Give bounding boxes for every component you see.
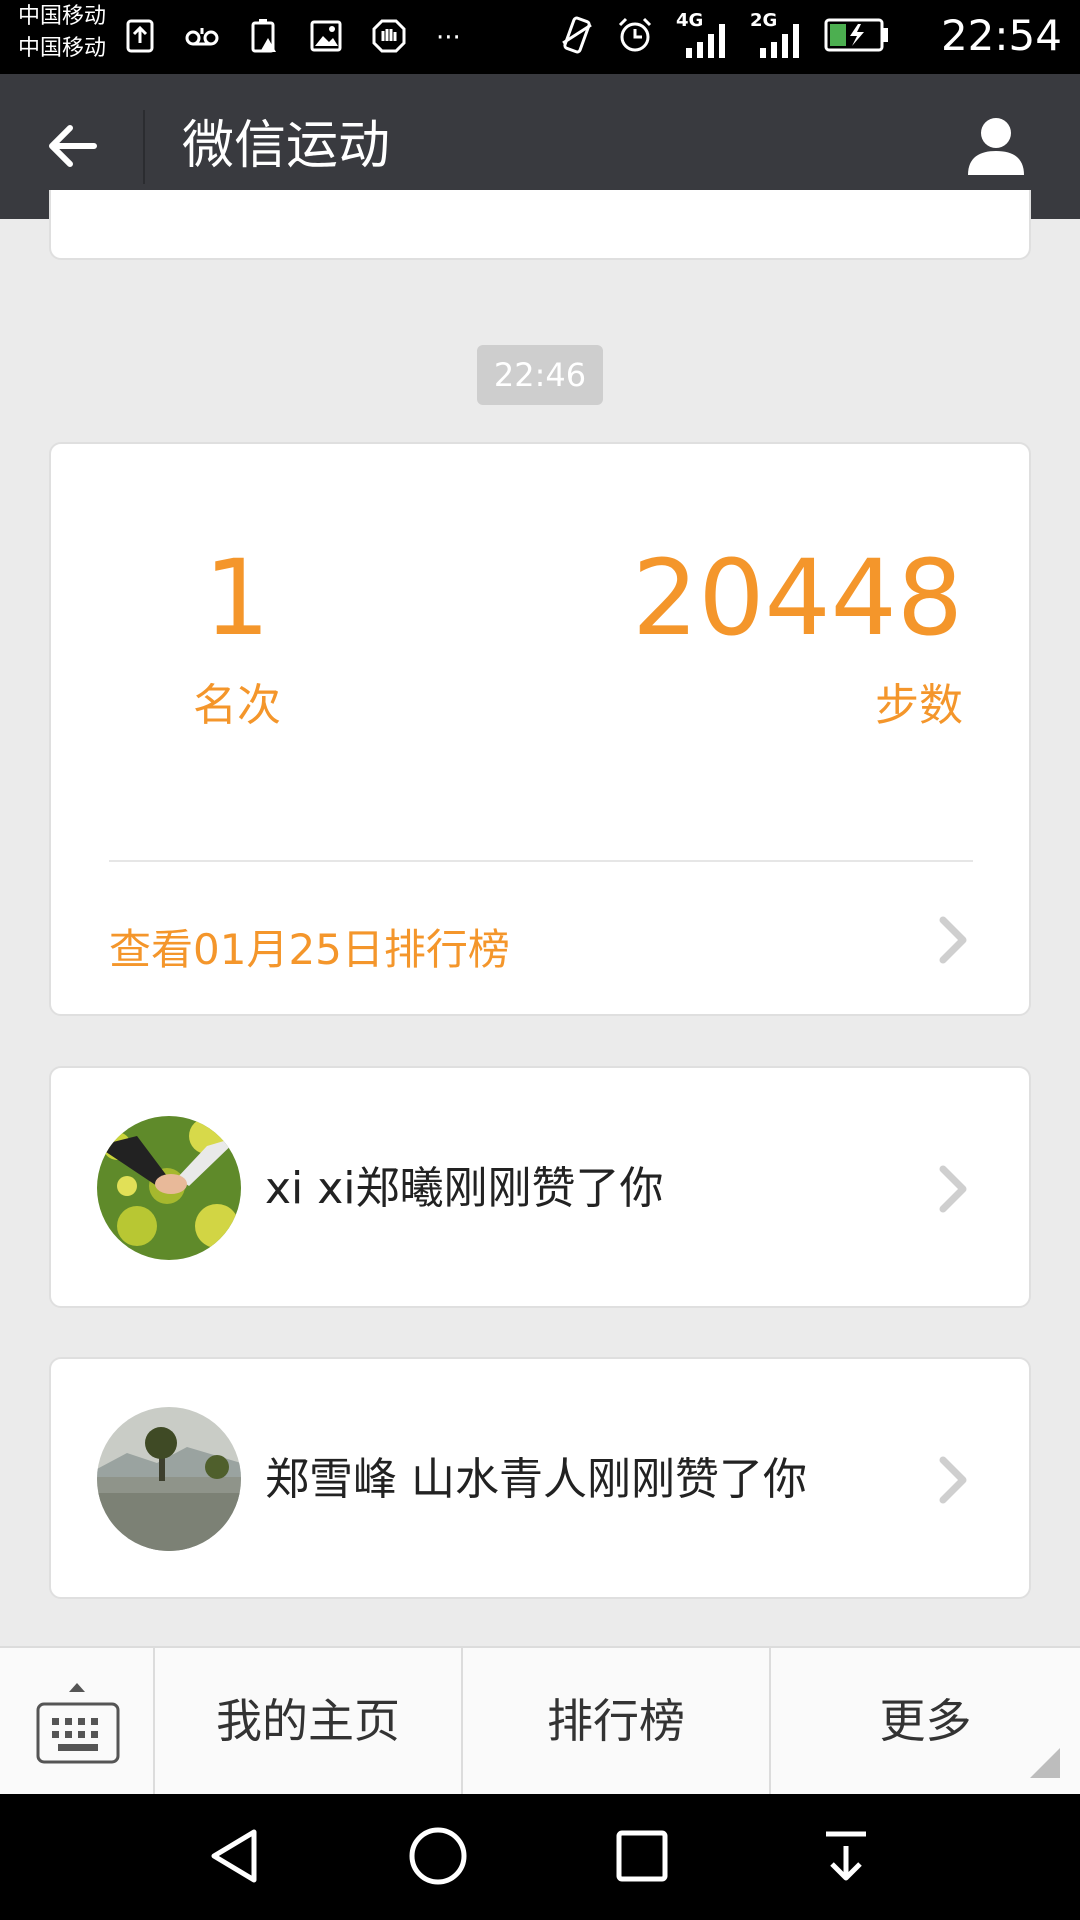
page-title: 微信运动 xyxy=(182,116,391,176)
leaderboard-link-row[interactable]: 查看01月25日排行榜 xyxy=(51,862,1029,1014)
pull-down-icon xyxy=(822,1828,870,1888)
title-divider xyxy=(143,110,145,184)
previous-card xyxy=(49,190,1031,260)
caret-up-icon xyxy=(68,1678,86,1697)
carrier-1: 中国移动 xyxy=(18,4,107,29)
avatar xyxy=(97,1407,241,1551)
status-icons: 4G 2G xyxy=(560,10,890,60)
carrier-2: 中国移动 xyxy=(18,36,107,61)
more-notifications-icon: ··· xyxy=(436,23,461,53)
bottom-menu: 我的主页 排行榜 更多 xyxy=(0,1646,1080,1794)
status-bar: 中国移动 中国移动 ··· 4G 2G 22:54 xyxy=(0,0,1080,74)
keyboard-toggle-button[interactable] xyxy=(0,1648,155,1794)
shield-hand-icon xyxy=(372,19,406,57)
like-text: xi xi郑曦刚刚赞了你 xyxy=(265,1163,664,1214)
nav-notification-button[interactable] xyxy=(810,1822,882,1894)
keyboard-icon xyxy=(36,1702,120,1768)
status-time: 22:54 xyxy=(940,11,1062,60)
notification-icons: ··· xyxy=(126,18,461,58)
rank-label: 名次 xyxy=(193,680,281,731)
back-triangle-icon xyxy=(206,1826,262,1890)
like-notification-card[interactable]: 郑雪峰 山水青人刚刚赞了你 xyxy=(49,1357,1031,1599)
voicemail-icon xyxy=(184,24,220,52)
back-button[interactable] xyxy=(36,112,108,184)
profile-button[interactable] xyxy=(958,110,1034,186)
chevron-right-icon xyxy=(937,1163,969,1215)
menu-item-leaderboard[interactable]: 排行榜 xyxy=(463,1648,771,1794)
rank-value: 1 xyxy=(203,537,271,659)
signal-4g-icon: 4G xyxy=(676,10,728,60)
upload-icon xyxy=(126,19,154,57)
chevron-right-icon xyxy=(937,914,969,966)
steps-label: 步数 xyxy=(875,680,963,731)
nav-recents-button[interactable] xyxy=(606,1822,678,1894)
avatar xyxy=(97,1116,241,1260)
recents-square-icon xyxy=(615,1829,669,1887)
chevron-right-icon xyxy=(937,1454,969,1506)
message-timestamp: 22:46 xyxy=(477,345,603,405)
battery-warning-icon xyxy=(250,18,280,58)
system-nav-bar xyxy=(0,1794,1080,1920)
home-circle-icon xyxy=(408,1826,468,1890)
like-text: 郑雪峰 山水青人刚刚赞了你 xyxy=(265,1454,807,1505)
menu-item-home[interactable]: 我的主页 xyxy=(155,1648,463,1794)
submenu-indicator-icon xyxy=(1030,1748,1060,1782)
vibrate-icon xyxy=(560,15,594,59)
nav-home-button[interactable] xyxy=(402,1822,474,1894)
back-arrow-icon xyxy=(46,124,98,172)
battery-charging-icon xyxy=(824,18,890,56)
ranking-card: 1 名次 20448 步数 查看01月25日排行榜 xyxy=(49,442,1031,1016)
person-icon xyxy=(964,115,1028,181)
like-notification-card[interactable]: xi xi郑曦刚刚赞了你 xyxy=(49,1066,1031,1308)
signal-2g-icon: 2G xyxy=(750,10,802,60)
alarm-icon xyxy=(616,16,654,58)
image-icon xyxy=(310,20,342,56)
leaderboard-link[interactable]: 查看01月25日排行榜 xyxy=(109,922,510,978)
steps-value: 20448 xyxy=(632,537,963,659)
nav-back-button[interactable] xyxy=(198,1822,270,1894)
